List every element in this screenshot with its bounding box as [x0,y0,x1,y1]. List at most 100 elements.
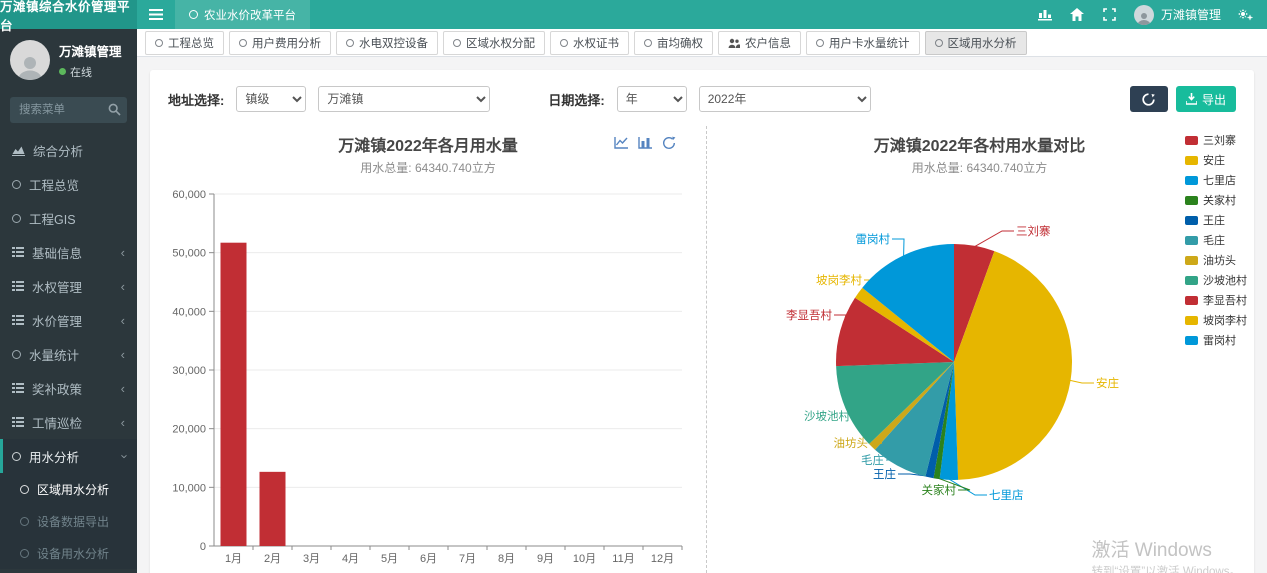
pie-label: 关家村 [921,483,956,497]
circle-icon [644,39,652,47]
list-icon [12,417,24,427]
sidebar-item-project-gis[interactable]: 工程GIS [0,201,137,235]
export-button[interactable]: 导出 [1176,86,1236,112]
sidebar-submenu: 区域用水分析设备数据导出设备用水分析 [0,473,137,569]
legend-label: 油坊头 [1203,252,1236,268]
chart-shortcut-icon[interactable] [1038,7,1053,22]
restore-icon[interactable] [662,136,676,155]
search-icon[interactable] [108,103,121,121]
circle-icon [20,549,29,558]
list-icon [12,383,24,393]
sidebar-item-water-rights-mgmt[interactable]: 水权管理‹ [0,269,137,303]
legend-item-5[interactable]: 毛庄 [1185,232,1247,248]
tab-water-rights-certificate[interactable]: 水权证书 [550,31,629,55]
legend-swatch [1185,176,1198,185]
toggle-bar-chart-icon[interactable] [638,136,653,155]
sidebar-item-basic-info[interactable]: 基础信息‹ [0,235,137,269]
tab-regional-water-rights-allocation[interactable]: 区域水权分配 [443,31,545,55]
legend-item-6[interactable]: 油坊头 [1185,252,1247,268]
region-level-select[interactable]: 镇级 [236,86,306,112]
svg-text:1月: 1月 [225,553,242,565]
fullscreen-icon[interactable] [1102,7,1117,22]
refresh-button[interactable] [1130,86,1168,112]
tab-label: 工程总览 [168,35,214,51]
year-select[interactable]: 2022年 [699,86,871,112]
svg-text:3月: 3月 [303,553,320,565]
legend-label: 七里店 [1203,172,1236,188]
nav-tab-agriculture-platform[interactable]: 农业水价改革平台 [175,0,310,29]
legend-item-8[interactable]: 李显吾村 [1185,292,1247,308]
svg-text:6月: 6月 [420,553,437,565]
bar-chart-panel: 万滩镇2022年各月用水量 用水总量: 64340.740立方 010,0002… [150,126,706,573]
sidebar-subitem-device-data-export[interactable]: 设备数据导出 [0,505,137,537]
sidebar-item-project-inspection[interactable]: 工情巡检‹ [0,405,137,439]
tab-per-mu-rights-confirmation[interactable]: 亩均确权 [634,31,713,55]
area-chart-icon [12,145,25,156]
legend-swatch [1185,296,1198,305]
circle-icon [12,214,21,223]
circle-icon [935,39,943,47]
tab-user-card-water-stats[interactable]: 用户卡水量统计 [806,31,920,55]
tab-project-overview[interactable]: 工程总览 [145,31,224,55]
circle-icon [346,39,354,47]
legend-item-9[interactable]: 坡岗李村 [1185,312,1247,328]
home-icon[interactable] [1070,7,1085,22]
legend-label: 李显吾村 [1203,292,1247,308]
sidebar-item-water-volume-stats[interactable]: 水量统计‹ [0,337,137,371]
bar-month-1[interactable] [221,243,247,546]
svg-text:40,000: 40,000 [172,306,206,318]
legend-item-3[interactable]: 关家村 [1185,192,1247,208]
sidebar-item-comprehensive-analysis[interactable]: 综合分析 [0,133,137,167]
tab-water-electric-control-device[interactable]: 水电双控设备 [336,31,438,55]
tab-user-fee-analysis[interactable]: 用户费用分析 [229,31,331,55]
chevron-down-icon: ‹ [115,454,130,458]
sidebar-user-panel: 万滩镇管理 在线 [0,29,137,91]
topbar-username[interactable]: 万滩镇管理 [1161,6,1221,23]
svg-text:10,000: 10,000 [172,482,206,494]
sidebar-avatar[interactable] [10,40,50,80]
pie-legend: 三刘寨安庄七里店关家村王庄毛庄油坊头沙坡池村李显吾村坡岗李村雷岗村 [1185,132,1247,352]
circle-icon [20,517,29,526]
date-unit-select[interactable]: 年 [617,86,687,112]
legend-item-7[interactable]: 沙坡池村 [1185,272,1247,288]
sidebar-item-label: 基础信息 [32,243,82,262]
svg-text:20,000: 20,000 [172,424,206,436]
svg-text:11月: 11月 [612,553,634,565]
user-avatar[interactable] [1134,5,1154,25]
tab-label: 亩均确权 [657,35,703,51]
settings-gears-icon[interactable] [1238,7,1253,22]
pie-chart-subtitle: 用水总量: 64340.740立方 [707,159,1252,176]
tab-label: 水权证书 [573,35,619,51]
toggle-line-chart-icon[interactable] [614,136,629,155]
legend-swatch [1185,216,1198,225]
tab-regional-water-use-analysis[interactable]: 区域用水分析 [925,31,1027,55]
legend-item-0[interactable]: 三刘寨 [1185,132,1247,148]
nav-tab-label: 农业水价改革平台 [204,7,296,23]
svg-text:4月: 4月 [342,553,359,565]
sidebar-item-water-price-mgmt[interactable]: 水价管理‹ [0,303,137,337]
chevron-left-icon: ‹ [121,347,125,362]
legend-swatch [1185,276,1198,285]
sidebar-subitem-device-water-use-analysis[interactable]: 设备用水分析 [0,537,137,569]
sidebar-subitem-regional-water-use-analysis[interactable]: 区域用水分析 [0,473,137,505]
region-select[interactable]: 万滩镇 [318,86,490,112]
pie-label: 李显吾村 [786,308,832,322]
legend-item-2[interactable]: 七里店 [1185,172,1247,188]
circle-icon [12,452,21,461]
pie-label: 雷岗村 [855,232,890,246]
legend-item-4[interactable]: 王庄 [1185,212,1247,228]
tab-farmer-info[interactable]: 农户信息 [718,31,801,55]
bar-month-2[interactable] [260,472,286,546]
legend-item-1[interactable]: 安庄 [1185,152,1247,168]
legend-item-10[interactable]: 雷岗村 [1185,332,1247,348]
legend-label: 三刘寨 [1203,132,1236,148]
svg-text:9月: 9月 [537,553,554,565]
legend-label: 沙坡池村 [1203,272,1247,288]
sidebar-menu: 综合分析工程总览工程GIS基础信息‹水权管理‹水价管理‹水量统计‹奖补政策‹工情… [0,133,137,573]
sidebar-item-subsidy-policy[interactable]: 奖补政策‹ [0,371,137,405]
sidebar-toggle-button[interactable] [137,0,175,29]
sidebar-item-data-monitoring[interactable]: 数据监测‹ [0,569,137,573]
sidebar-item-water-use-analysis[interactable]: 用水分析‹ [0,439,137,473]
sidebar-item-project-overview[interactable]: 工程总览 [0,167,137,201]
tab-label: 用户费用分析 [252,35,321,51]
